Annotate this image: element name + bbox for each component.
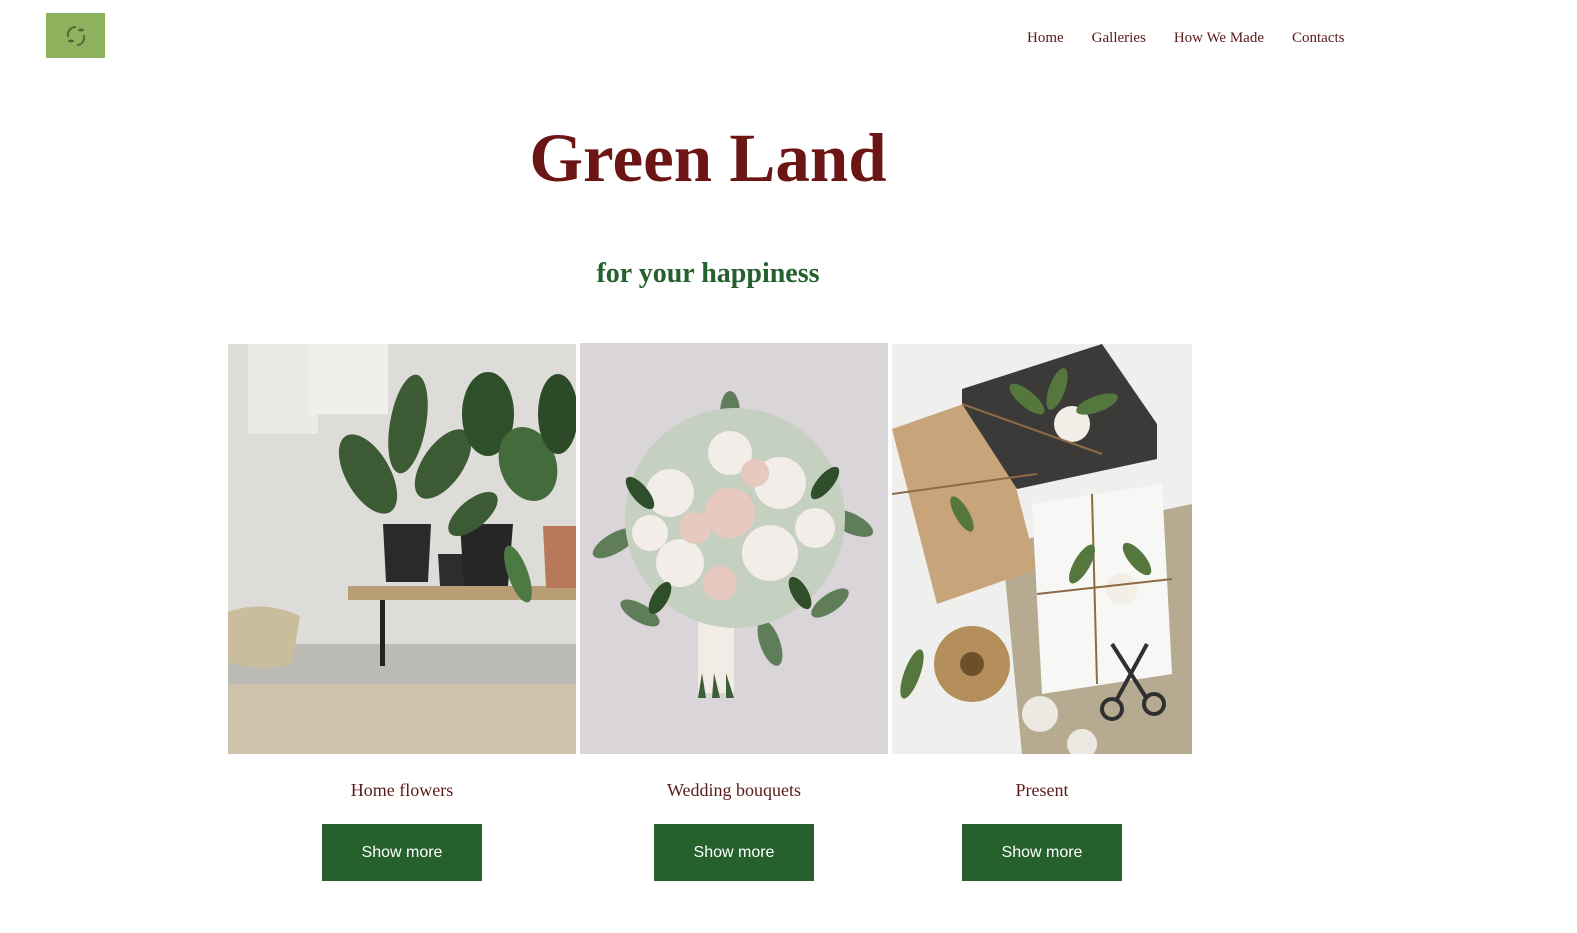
card-title: Wedding bouquets <box>666 780 802 800</box>
home-flowers-photo <box>228 344 576 754</box>
show-more-button[interactable]: Show more <box>962 824 1122 881</box>
site-logo[interactable] <box>46 13 105 58</box>
card-wedding-bouquets: Wedding bouquets Show more <box>580 343 888 881</box>
main-nav: Home Galleries How We Made Contacts <box>1027 28 1372 48</box>
nav-home[interactable]: Home <box>1027 28 1064 48</box>
wedding-bouquets-photo <box>580 343 888 754</box>
nav-galleries[interactable]: Galleries <box>1092 28 1146 48</box>
page-subtitle: for your happiness <box>596 258 820 289</box>
leaf-wreath-icon <box>66 25 85 46</box>
card-title: Present <box>1015 780 1069 800</box>
card-home-flowers: Home flowers Show more <box>228 344 576 881</box>
card-present: Present Show more <box>892 344 1192 881</box>
page-title: Green Land <box>529 120 887 196</box>
show-more-button[interactable]: Show more <box>654 824 814 881</box>
card-title: Home flowers <box>350 780 454 800</box>
nav-contacts[interactable]: Contacts <box>1292 28 1345 48</box>
nav-how-we-made[interactable]: How We Made <box>1174 28 1264 48</box>
show-more-button[interactable]: Show more <box>322 824 482 881</box>
present-photo <box>892 344 1192 754</box>
